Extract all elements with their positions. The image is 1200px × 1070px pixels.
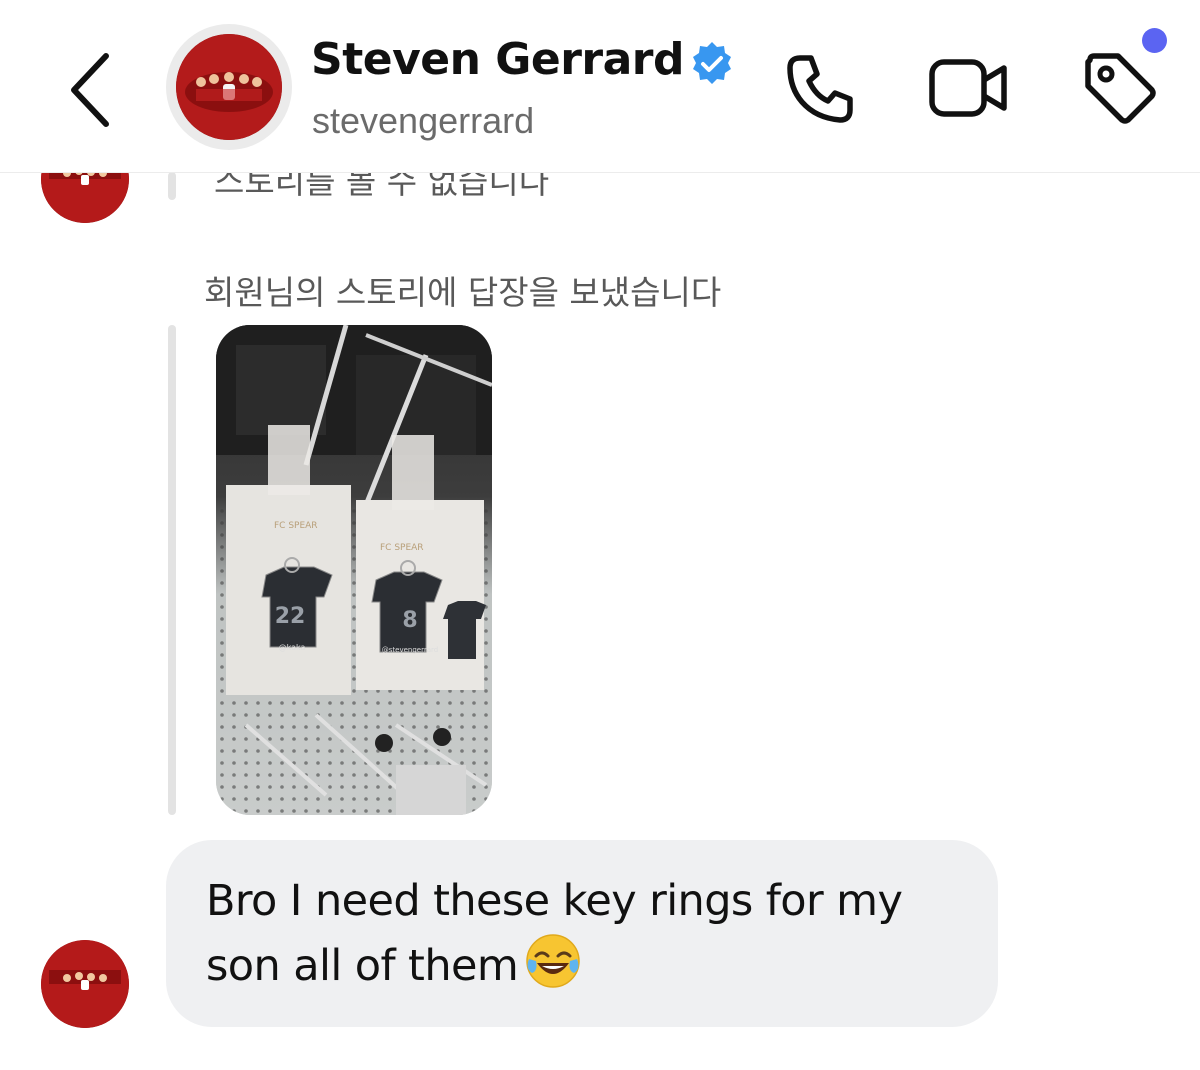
reply-indicator-bar bbox=[168, 172, 176, 200]
notification-dot bbox=[1142, 28, 1167, 53]
voice-call-button[interactable] bbox=[782, 50, 858, 126]
video-call-button[interactable] bbox=[928, 52, 1010, 124]
svg-text:8: 8 bbox=[402, 608, 417, 633]
svg-text:@stevengerrard: @stevengerrard bbox=[382, 646, 438, 654]
contact-name[interactable]: Steven Gerrard bbox=[311, 34, 684, 85]
svg-text:FC SPEAR: FC SPEAR bbox=[380, 543, 424, 553]
message-bubble[interactable]: Bro I need these key rings for my son al… bbox=[166, 840, 998, 1027]
chat-header: Steven Gerrard stevengerrard bbox=[0, 0, 1200, 173]
message-text: Bro I need these key rings for my son al… bbox=[206, 870, 958, 997]
avatar[interactable] bbox=[41, 940, 129, 1028]
tears-of-joy-emoji-icon bbox=[524, 932, 582, 990]
reply-indicator-bar bbox=[168, 325, 176, 815]
svg-text:FC SPEAR: FC SPEAR bbox=[274, 521, 318, 531]
back-button[interactable] bbox=[62, 50, 122, 130]
label-button[interactable] bbox=[1082, 50, 1158, 126]
story-reply-label: 회원님의 스토리에 답장을 보냈습니다 bbox=[204, 273, 722, 312]
profile-avatar[interactable] bbox=[166, 24, 292, 150]
verified-badge-icon bbox=[688, 40, 736, 88]
contact-username: stevengerrard bbox=[312, 100, 535, 141]
story-thumbnail[interactable]: FC SPEAR FC SPEAR 22 @kaka 8 @stevengerr… bbox=[216, 325, 492, 815]
profile-avatar-image bbox=[176, 34, 282, 140]
phone-icon bbox=[787, 55, 853, 123]
svg-text:@kaka: @kaka bbox=[279, 643, 306, 652]
tag-icon bbox=[1085, 53, 1156, 124]
video-camera-icon bbox=[929, 59, 1007, 117]
svg-text:22: 22 bbox=[275, 604, 306, 629]
chevron-left-icon bbox=[71, 53, 109, 127]
